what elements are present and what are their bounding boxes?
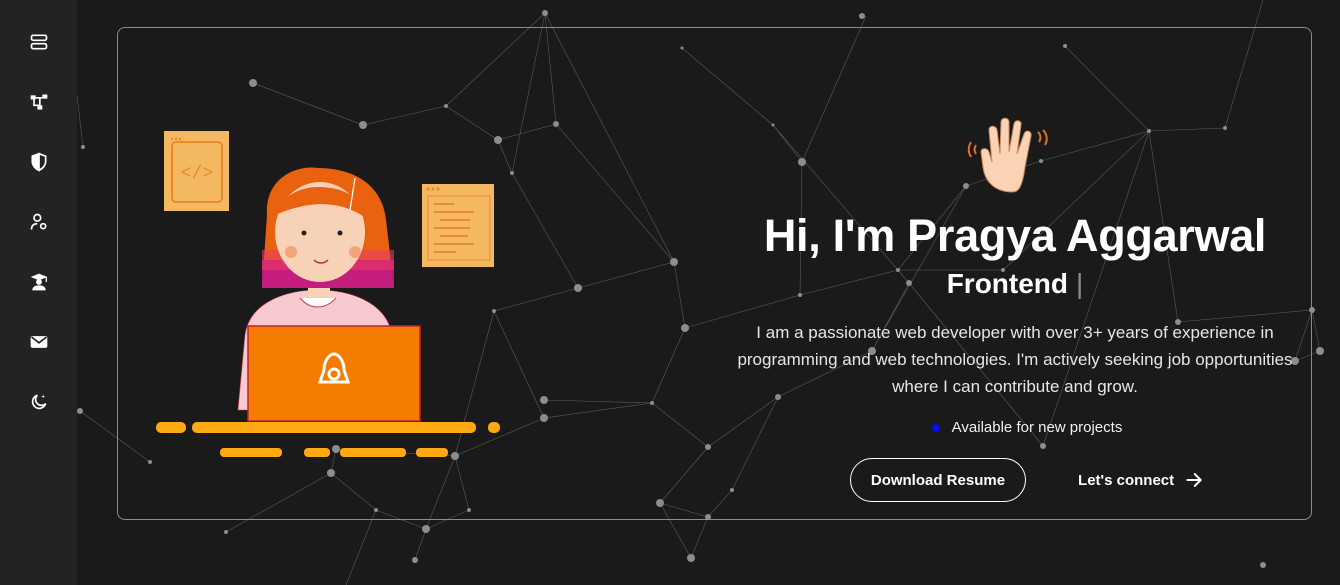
nav-experience[interactable] [19,142,59,182]
role-typewriter: Frontend | [720,266,1310,302]
nav-skills[interactable] [19,82,59,122]
code-brackets-card: </> [164,131,229,211]
nav-education[interactable] [19,262,59,302]
bio-text: I am a passionate web developer with ove… [737,323,1293,396]
code-lines-card [422,184,494,267]
nav-contact[interactable] [19,322,59,362]
server-stack-icon [30,34,47,50]
shield-icon [31,152,46,172]
laptop [247,325,421,422]
role-text: Frontend [946,268,1069,299]
graduate-icon [30,273,47,291]
lets-connect-label: Let's connect [1078,471,1175,489]
developer-illustration: </> [156,131,500,457]
page: </> Hi, I'm Pragya Aggarwal Frontend | I… [0,0,1340,585]
envelope-icon [30,336,47,348]
lets-connect-link[interactable]: Let's connect [1078,470,1204,490]
status-dot-icon [931,423,940,432]
theme-moon-icon [31,394,46,410]
waving-hand-icon [967,117,1048,193]
svg-text:</>: </> [181,164,213,184]
sidebar [0,0,77,585]
status-text: Available for new projects [951,419,1123,436]
nav-home[interactable] [19,22,59,62]
availability-status: Available for new projects [720,419,1310,436]
typing-cursor: | [1076,268,1084,299]
arrow-right-icon [1186,473,1202,487]
hero-intro: Hi, I'm Pragya Aggarwal Frontend | I am a… [720,208,1310,502]
theme-toggle[interactable] [19,382,59,422]
user-settings-icon [30,213,47,230]
download-resume-button[interactable]: Download Resume [849,458,1027,502]
hierarchy-icon [30,94,47,110]
hero-actions: Download Resume Let's connect [720,458,1310,502]
hero-title: Hi, I'm Pragya Aggarwal [763,210,1267,261]
nav-about[interactable] [19,202,59,242]
